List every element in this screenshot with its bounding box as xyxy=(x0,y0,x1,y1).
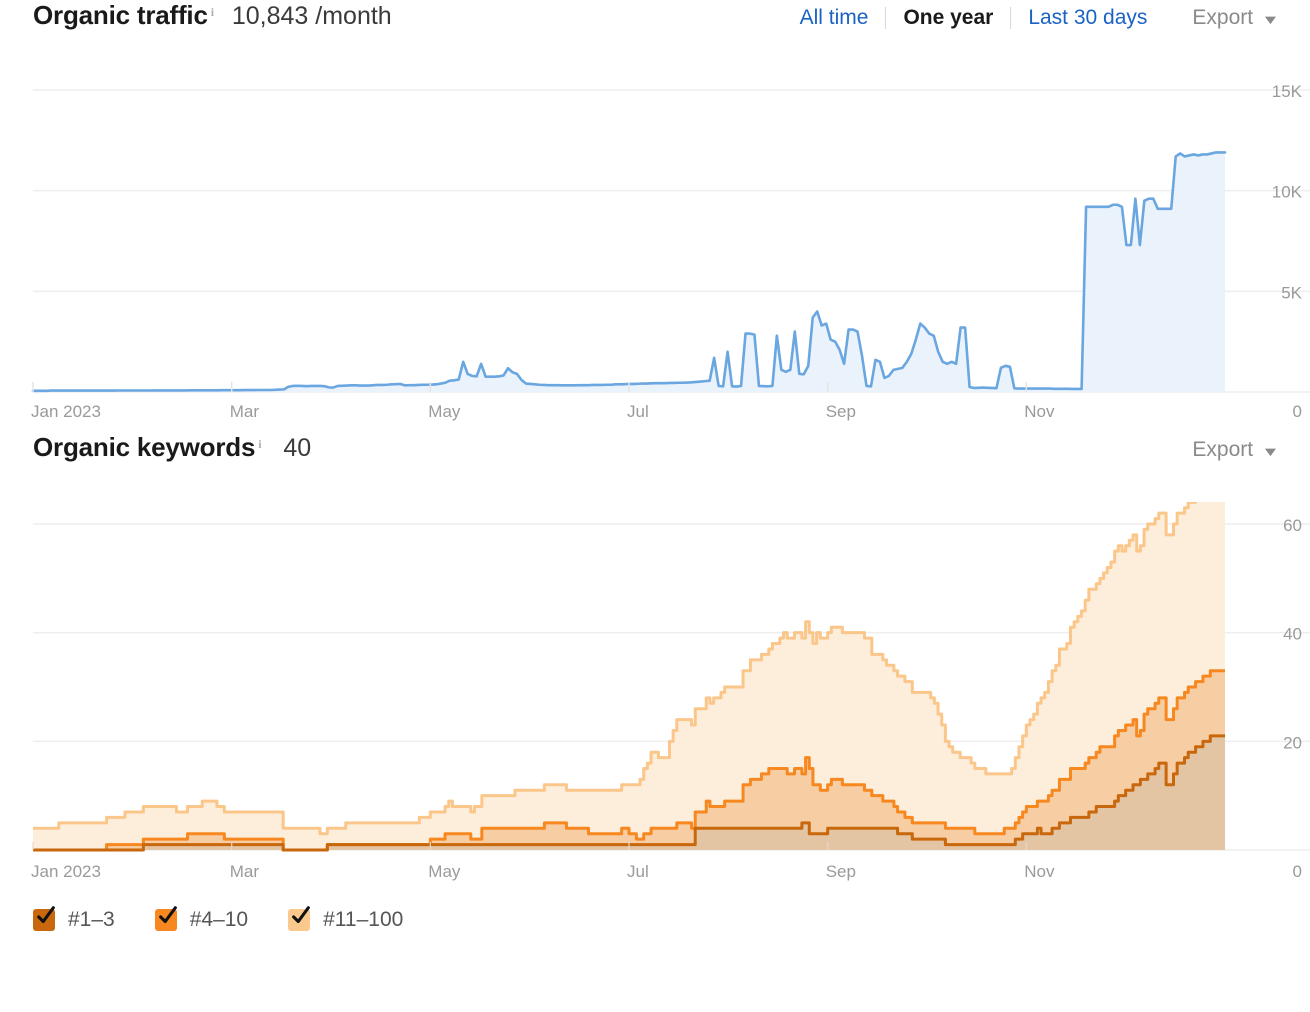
xaxis-label: Sep xyxy=(825,402,856,421)
xaxis-label: Nov xyxy=(1024,862,1055,881)
time-range-selector: All time One year Last 30 days xyxy=(783,6,1165,30)
xaxis-label: Jul xyxy=(627,862,649,881)
organic-traffic-panel: Organic traffic i 10,843 /month All time … xyxy=(0,0,1310,432)
keywords-export-label: Export xyxy=(1192,438,1254,461)
legend-label: #4–10 xyxy=(189,908,249,931)
info-icon[interactable]: i xyxy=(258,437,261,451)
xaxis-label: Jul xyxy=(627,402,649,421)
organic-keywords-xaxis: Jan 2023 Mar May Jul Sep Nov 0 xyxy=(0,862,1310,892)
keywords-export-button[interactable]: Export ▼ xyxy=(1192,438,1280,462)
xaxis-label: Nov xyxy=(1024,402,1055,421)
legend-item-0[interactable]: #1–3 xyxy=(33,906,115,932)
xaxis-label: Mar xyxy=(229,402,259,421)
xaxis-label: Jan 2023 xyxy=(31,402,101,421)
organic-traffic-header: Organic traffic i 10,843 /month All time … xyxy=(0,0,1310,72)
organic-keywords-title: Organic keywords xyxy=(33,432,256,462)
xaxis-label: Sep xyxy=(825,862,856,881)
traffic-export-label: Export xyxy=(1192,6,1254,29)
chevron-down-icon: ▼ xyxy=(1261,12,1280,27)
organic-traffic-xaxis: Jan 2023 Mar May Jul Sep Nov 0 xyxy=(0,402,1310,432)
svg-text:10K: 10K xyxy=(1272,183,1303,202)
svg-text:20: 20 xyxy=(1283,733,1302,752)
legend-checkbox[interactable] xyxy=(154,906,177,931)
svg-text:40: 40 xyxy=(1283,625,1302,644)
xaxis-label: May xyxy=(428,402,461,421)
svg-text:5K: 5K xyxy=(1281,283,1302,302)
organic-traffic-svg: 5K 10K 15K xyxy=(31,82,1310,393)
organic-keywords-svg: 20 40 60 xyxy=(32,502,1310,852)
svg-text:15K: 15K xyxy=(1272,82,1303,101)
organic-keywords-value: 40 xyxy=(283,434,312,462)
organic-traffic-title: Organic traffic xyxy=(33,0,208,30)
organic-traffic-plot[interactable]: 5K 10K 15K xyxy=(0,72,1310,402)
check-icon xyxy=(37,906,55,924)
organic-keywords-plot[interactable]: 20 40 60 xyxy=(0,502,1310,862)
range-last-30-days[interactable]: Last 30 days xyxy=(1011,6,1164,30)
xaxis-label: Mar xyxy=(229,862,259,881)
check-icon xyxy=(158,906,177,924)
legend-item-1[interactable]: #4–10 xyxy=(154,906,249,932)
range-one-year[interactable]: One year xyxy=(886,6,1010,30)
yaxis-zero-label: 0 xyxy=(1292,862,1302,881)
check-icon xyxy=(292,906,311,924)
keywords-legend: #1–3 #4–10 #11–100 xyxy=(0,892,1310,932)
svg-text:60: 60 xyxy=(1283,516,1302,535)
chevron-down-icon: ▼ xyxy=(1261,444,1280,459)
legend-item-2[interactable]: #11–100 xyxy=(288,906,404,932)
xaxis-label: May xyxy=(428,862,461,881)
legend-checkbox[interactable] xyxy=(33,906,55,931)
organic-keywords-panel: Organic keywords i 40 Export ▼ 20 40 60 Jan … xyxy=(0,432,1310,932)
info-icon[interactable]: i xyxy=(211,5,214,19)
organic-keywords-header: Organic keywords i 40 Export ▼ xyxy=(0,432,1310,502)
traffic-export-button[interactable]: Export ▼ xyxy=(1192,6,1280,30)
range-all-time[interactable]: All time xyxy=(783,6,886,30)
xaxis-label: Jan 2023 xyxy=(31,862,101,881)
yaxis-zero-label: 0 xyxy=(1292,402,1302,421)
organic-traffic-value: 10,843 /month xyxy=(231,2,392,30)
legend-checkbox[interactable] xyxy=(288,906,311,931)
organic-keywords-heading: Organic keywords i xyxy=(33,432,262,463)
legend-label: #11–100 xyxy=(323,908,404,931)
legend-label: #1–3 xyxy=(68,908,115,931)
page-title: Organic traffic i xyxy=(33,0,214,31)
